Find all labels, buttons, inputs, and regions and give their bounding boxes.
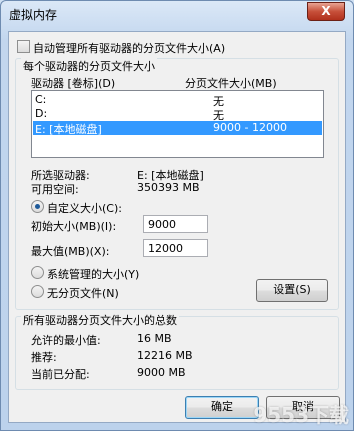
initial-size-input[interactable]: 9000 bbox=[143, 215, 208, 233]
free-space-value: 350393 MB bbox=[137, 181, 200, 194]
no-paging-file-label[interactable]: 无分页文件(N) bbox=[47, 285, 119, 301]
drive-column-header: 驱动器 [卷标](D) bbox=[31, 77, 116, 90]
totals-group-label: 所有驱动器分页文件大小的总数 bbox=[21, 312, 179, 328]
drive-name: C: bbox=[35, 93, 47, 106]
set-button[interactable]: 设置(S) bbox=[256, 279, 328, 302]
radio-selected-dot bbox=[35, 204, 40, 209]
recommended-label: 推荐: bbox=[31, 351, 57, 364]
recommended-value: 12216 MB bbox=[137, 349, 193, 362]
size-column-header: 分页文件大小(MB) bbox=[185, 77, 277, 90]
no-paging-file-radio[interactable] bbox=[31, 285, 44, 298]
drive-row-selected[interactable]: E: [本地磁盘] 9000 - 12000 bbox=[33, 121, 322, 136]
auto-manage-label[interactable]: 自动管理所有驱动器的分页文件大小(A) bbox=[33, 40, 225, 56]
free-space-label: 可用空间: bbox=[31, 183, 79, 196]
title-bar[interactable]: 虚拟内存 X bbox=[1, 1, 353, 25]
ok-button[interactable]: 确定 bbox=[185, 396, 259, 419]
currently-allocated-value: 9000 MB bbox=[137, 366, 186, 379]
custom-size-label[interactable]: 自定义大小(C): bbox=[47, 200, 122, 216]
drive-size: 9000 - 12000 bbox=[213, 121, 287, 134]
close-button[interactable]: X bbox=[307, 2, 345, 21]
min-allowed-label: 允许的最小值: bbox=[31, 334, 101, 347]
max-size-input[interactable]: 12000 bbox=[143, 239, 208, 257]
system-managed-radio[interactable] bbox=[31, 266, 44, 279]
cancel-button[interactable]: 取消 bbox=[266, 396, 340, 419]
dialog-body: 自动管理所有驱动器的分页文件大小(A) 每个驱动器的分页文件大小 驱动器 [卷标… bbox=[8, 31, 346, 423]
drive-row[interactable]: D: 无 bbox=[33, 107, 322, 122]
drive-row[interactable]: C: 无 bbox=[33, 93, 322, 108]
min-allowed-value: 16 MB bbox=[137, 332, 172, 345]
max-size-label: 最大值(MB)(X): bbox=[31, 245, 110, 258]
initial-size-label: 初始大小(MB)(I): bbox=[31, 220, 117, 233]
system-managed-label[interactable]: 系统管理的大小(Y) bbox=[47, 266, 139, 282]
custom-size-radio[interactable] bbox=[31, 200, 44, 213]
drive-name: E: [本地磁盘] bbox=[35, 123, 102, 136]
currently-allocated-label: 当前已分配: bbox=[31, 368, 90, 381]
drive-name: D: bbox=[35, 107, 48, 120]
drive-list[interactable]: C: 无 D: 无 E: [本地磁盘] 9000 - 12000 bbox=[31, 90, 324, 158]
auto-manage-checkbox[interactable] bbox=[17, 40, 30, 53]
virtual-memory-dialog: 虚拟内存 X 自动管理所有驱动器的分页文件大小(A) 每个驱动器的分页文件大小 … bbox=[0, 0, 354, 431]
per-drive-group-label: 每个驱动器的分页文件大小 bbox=[21, 58, 157, 74]
window-title: 虚拟内存 bbox=[9, 8, 58, 22]
